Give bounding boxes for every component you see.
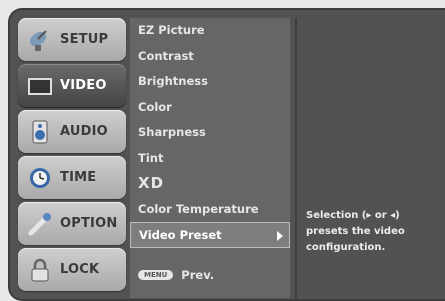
nav-item-video[interactable]: VIDEO xyxy=(18,64,126,107)
satellite-dish-icon xyxy=(26,27,54,53)
menu-key-badge: MENU xyxy=(138,270,174,280)
speaker-icon xyxy=(26,119,54,145)
chevron-right-icon xyxy=(277,231,283,241)
nav-item-time[interactable]: TIME xyxy=(18,156,126,199)
video-menu: EZ Picture Contrast Brightness Color Sha… xyxy=(130,18,290,298)
menu-item-brightness[interactable]: Brightness xyxy=(130,69,290,95)
nav-item-lock[interactable]: LOCK xyxy=(18,248,126,291)
column-divider xyxy=(295,18,297,298)
nav-label: AUDIO xyxy=(60,124,108,139)
nav-label: OPTION xyxy=(60,216,118,231)
nav-label: TIME xyxy=(60,170,97,185)
menu-item-ez-picture[interactable]: EZ Picture xyxy=(130,18,290,44)
prev-label: Prev. xyxy=(181,268,215,282)
menu-item-video-preset[interactable]: Video Preset xyxy=(130,222,290,248)
help-line: configuration. xyxy=(306,242,386,253)
nav-label: VIDEO xyxy=(60,78,107,93)
category-nav: SETUP VIDEO AUDIO TIME OPTION LOCK xyxy=(18,18,126,294)
menu-item-label: Video Preset xyxy=(139,228,222,242)
help-line: presets the video xyxy=(306,226,405,237)
nav-item-option[interactable]: OPTION xyxy=(18,202,126,245)
nav-item-setup[interactable]: SETUP xyxy=(18,18,126,61)
prev-button[interactable]: MENU Prev. xyxy=(138,262,288,288)
clock-icon xyxy=(26,165,54,191)
menu-item-tint[interactable]: Tint xyxy=(130,146,290,172)
padlock-icon xyxy=(26,257,54,283)
help-text: Selection (▸ or ◂) presets the video con… xyxy=(306,208,445,256)
help-line: Selection (▸ or ◂) xyxy=(306,210,400,221)
wrench-icon xyxy=(26,211,54,237)
nav-item-audio[interactable]: AUDIO xyxy=(18,110,126,153)
osd-screen: SETUP VIDEO AUDIO TIME OPTION LOCK EZ Pi… xyxy=(8,8,445,301)
menu-item-color-temperature[interactable]: Color Temperature xyxy=(130,197,290,223)
nav-label: LOCK xyxy=(60,262,100,277)
monitor-icon xyxy=(26,73,54,99)
menu-item-color[interactable]: Color xyxy=(130,95,290,121)
menu-item-contrast[interactable]: Contrast xyxy=(130,44,290,70)
menu-item-xd[interactable]: XD xyxy=(130,171,290,197)
menu-item-sharpness[interactable]: Sharpness xyxy=(130,120,290,146)
nav-label: SETUP xyxy=(60,32,109,47)
